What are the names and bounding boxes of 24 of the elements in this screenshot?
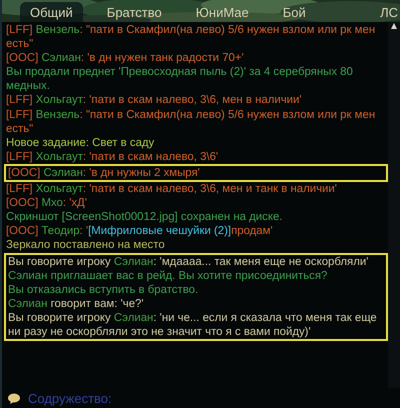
chat-message: [LFF] Хольгаут: 'пати в скам налево, 3\6'	[6, 150, 220, 164]
speech-bubble-icon	[8, 392, 20, 404]
chat-message: Зеркало поставлено на место	[6, 238, 166, 252]
chat-message: Вы продали преднет 'Превосходная пыль (2)' за 4 серебряных 80 медных.	[6, 65, 354, 94]
chat-message: [OOC] Мхо: 'хД'	[6, 196, 88, 210]
chat-message: Вы говорите игроку Сэлиан: 'ни че... если я сказала что меня так еще ни разу не оскорбляли это не значит что я с вами пойду)'	[8, 310, 378, 340]
chat-message: [LFF] Хольгаут: 'пати в скам налево, 3\6, мен и танк в наличии'	[6, 182, 338, 196]
chat-message: [OOC] Сэлиан: 'в дн нужны 2 хмыря'	[8, 166, 201, 180]
chat-message: Вы отказались вступить в братство.	[8, 282, 200, 297]
chat-message: Новое задание: Свет в саду	[6, 136, 156, 150]
chat-message: Сэлиан приглашает вас в рейд. Вы хотите присоединиться?	[8, 268, 328, 283]
chat-input-field[interactable]: Содружество:	[26, 390, 230, 406]
chat-message: Вы говорите игроку Сэлиан: 'мдаааа... так меня еще не оскорбляли'	[8, 254, 370, 269]
chat-tab[interactable]: Бой	[272, 2, 316, 22]
chat-tab[interactable]: ЮниМае	[186, 2, 259, 22]
chat-message: [OOC] Сэлиан: 'в дн нужен танк радости 70+'	[6, 51, 245, 66]
chat-message: [LFF] Вензель: "пати в Скамфил(на лево) 5/6 нужен взлом или рк мен есть"	[6, 23, 376, 52]
chat-message: [OOC] Теодир: '[Мифриловые чешуйки (2)]продам'	[6, 224, 274, 238]
chat-message: Скриншот [ScreenShot00012.jpg] сохранен на диске.	[6, 210, 284, 224]
chat-message: [LFF] Хольгаут: 'пати в скам налево, 3\6, мен в наличии'	[6, 93, 303, 108]
chat-message: [LFF] Вензель: "пати в Скамфил(на лево) 5/6 нужен взлом или рк мен есть"	[6, 108, 376, 136]
chat-tab[interactable]: ЛС	[378, 2, 400, 22]
chat-message: Сэлиан говорит вам: 'че?'	[8, 296, 145, 311]
chat-tab[interactable]: Общий	[20, 2, 83, 22]
